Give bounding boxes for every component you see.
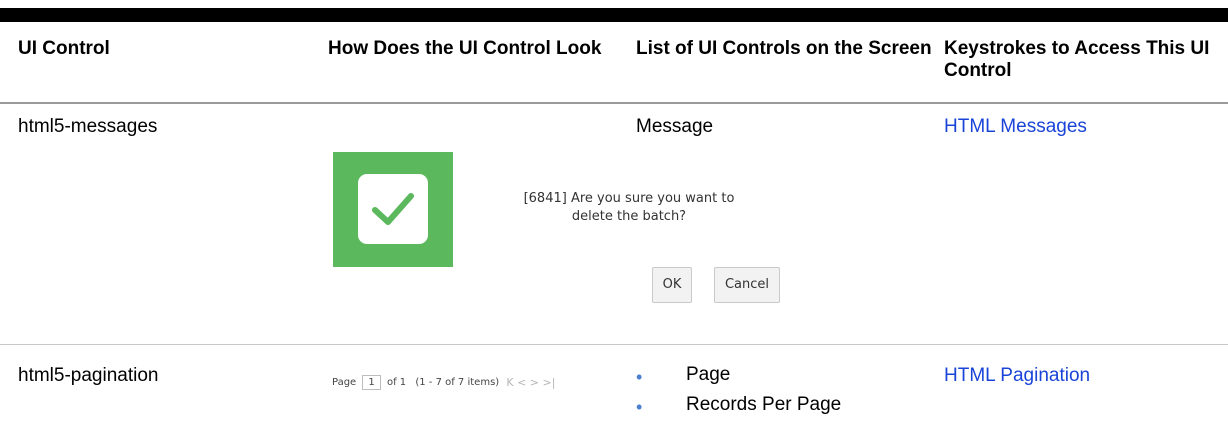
control-name: html5-pagination <box>18 365 159 386</box>
pagination-preview: Page 1 of 1 (1 - 7 of 7 items) K < > >| <box>332 375 555 395</box>
table-header-row: UI Control How Does the UI Control Look … <box>0 22 1228 104</box>
message-text: [6841] Are you sure you want to delete t… <box>484 190 774 226</box>
checkmark-icon <box>358 174 428 244</box>
table-top-rule <box>0 8 1228 22</box>
message-line-1: [6841] Are you sure you want to <box>523 191 735 206</box>
ok-button[interactable]: OK <box>652 267 692 303</box>
page-label: Page <box>332 377 357 388</box>
header-keystrokes: Keystrokes to Access This UI Control <box>944 38 1210 81</box>
control-name: html5-messages <box>18 116 158 137</box>
list-item: • Records Per Page <box>636 394 936 424</box>
items-range-label: (1 - 7 of 7 items) <box>415 377 500 388</box>
cancel-button[interactable]: Cancel <box>714 267 780 303</box>
bullet-icon: • <box>636 397 643 417</box>
controls-list-item: Message <box>636 116 714 137</box>
message-line-2: delete the batch? <box>571 209 687 224</box>
header-how-look: How Does the UI Control Look <box>328 38 602 59</box>
success-tile <box>333 152 453 267</box>
html-pagination-link[interactable]: HTML Pagination <box>944 365 1214 387</box>
table-row: html5-pagination Page 1 of 1 (1 - 7 of 7… <box>0 345 1228 448</box>
page-number-input[interactable]: 1 <box>362 375 381 390</box>
controls-list: • Page • Records Per Page <box>636 364 936 424</box>
page-of-label: of 1 <box>386 377 407 388</box>
list-item-label: Page <box>686 364 731 385</box>
html-messages-link[interactable]: HTML Messages <box>944 116 1214 138</box>
header-controls-list: List of UI Controls on the Screen <box>636 38 932 59</box>
list-item-label: Records Per Page <box>686 394 842 415</box>
pagination-nav-icons[interactable]: K < > >| <box>506 376 555 389</box>
list-item: • Page <box>636 364 936 394</box>
header-ui-control: UI Control <box>18 38 110 59</box>
bullet-icon: • <box>636 367 643 387</box>
table-row: html5-messages [6841] Are you sure you w… <box>0 104 1228 345</box>
